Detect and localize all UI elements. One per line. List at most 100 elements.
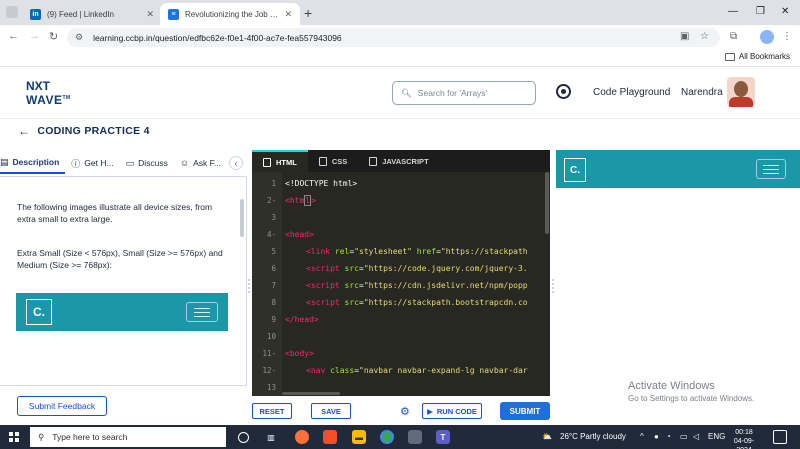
close-icon[interactable]: ✕ xyxy=(146,9,154,20)
attr-value: "stylesheet" xyxy=(354,247,412,256)
restore-icon[interactable]: ❐ xyxy=(756,6,765,17)
tag-name: nav xyxy=(310,366,326,375)
reload-icon[interactable]: ↻ xyxy=(49,30,58,43)
minimize-icon[interactable]: — xyxy=(728,6,738,17)
tab-css[interactable]: CSS xyxy=(308,150,358,172)
attr-name: src xyxy=(339,264,359,273)
attr-name: href xyxy=(411,247,437,256)
taskbar-search[interactable]: ⚲ Type here to search xyxy=(30,427,226,447)
save-button[interactable]: SAVE xyxy=(311,403,351,419)
submit-feedback-button[interactable]: Submit Feedback xyxy=(17,396,107,416)
back-arrow-icon[interactable]: ← xyxy=(18,124,30,138)
tag-name: body xyxy=(289,349,310,358)
code-line: 11- <body> xyxy=(252,345,550,362)
tab-html[interactable]: HTML xyxy=(252,150,308,172)
browser-profile-icon[interactable] xyxy=(760,30,774,44)
code-editor[interactable]: HTML CSS JAVASCRIPT 1 <!DOCTYPE html> 2- <… xyxy=(252,150,550,396)
windows-start-icon[interactable] xyxy=(9,432,19,442)
line-number: 4- xyxy=(252,226,276,243)
code-line: 6 <script src="https://code.jquery.com/jq… xyxy=(252,260,550,277)
battery-icon[interactable]: ▭ xyxy=(680,432,688,441)
new-tab-icon[interactable]: + xyxy=(304,5,312,21)
firefox-icon[interactable] xyxy=(295,430,309,444)
code-text: <html> xyxy=(285,192,316,209)
notification-icon[interactable] xyxy=(773,430,787,444)
editor-horizontal-scrollbar[interactable] xyxy=(282,392,340,395)
address-bar[interactable]: ⚙ learning.ccbp.in/question/edfbc62e-f0e… xyxy=(67,28,720,47)
tab-search-icon[interactable] xyxy=(6,6,18,18)
teams-icon[interactable]: T xyxy=(436,430,450,444)
chevron-up-icon[interactable]: ^ xyxy=(640,432,644,441)
run-code-button[interactable]: ▶ RUN CODE xyxy=(422,403,482,419)
line-number: 12- xyxy=(252,362,276,379)
practice-header: ← CODING PRACTICE 4 xyxy=(18,124,150,138)
code-text: <script src="https://stackpath.bootstrap… xyxy=(306,294,528,311)
code-text: <link rel="stylesheet" href="https://sta… xyxy=(306,243,528,260)
bookmark-star-icon[interactable]: ☆ xyxy=(700,31,709,42)
collapse-panel-button[interactable]: ‹ xyxy=(229,156,243,170)
weather-text[interactable]: 26°C Partly cloudy xyxy=(560,432,626,441)
left-scrollbar[interactable] xyxy=(240,199,244,237)
fold-icon[interactable]: - xyxy=(271,196,276,205)
user-name[interactable]: Narendra xyxy=(681,87,723,98)
tab-discuss[interactable]: ▭ Discuss xyxy=(120,152,174,174)
store-icon[interactable] xyxy=(323,430,337,444)
cast-icon[interactable]: ▣ xyxy=(680,31,689,42)
code-text: <head> xyxy=(285,226,314,243)
cortana-icon[interactable] xyxy=(238,432,249,443)
browser-tab-ccbp[interactable]: ≡ Revolutionizing the Job Market ✕ xyxy=(160,3,300,25)
tab-javascript[interactable]: JAVASCRIPT xyxy=(358,150,439,172)
close-window-icon[interactable]: ✕ xyxy=(781,6,789,17)
left-resize-handle[interactable] xyxy=(248,278,250,294)
file-explorer-icon[interactable]: ▬ xyxy=(352,430,366,444)
all-bookmarks-button[interactable]: All Bookmarks xyxy=(724,52,790,61)
streak-icon[interactable] xyxy=(556,84,571,99)
taskbar-clock[interactable]: 00:18 04-09-2024 xyxy=(727,428,761,449)
chrome-icon[interactable] xyxy=(380,430,394,444)
menu-dots-icon[interactable]: ⋮ xyxy=(782,31,792,42)
attr-value: "https://code.jquery.com/jquery-3. xyxy=(363,264,528,273)
code-line: 2- <html> xyxy=(252,192,550,209)
search-box[interactable]: 🔍︎ xyxy=(392,81,536,105)
ccbp-icon: ≡ xyxy=(168,8,179,20)
tab-description[interactable]: ▤ Description xyxy=(0,152,66,174)
browser-tab-linkedin[interactable]: in (9) Feed | LinkedIn ✕ xyxy=(22,3,162,25)
editor-vertical-scrollbar[interactable] xyxy=(545,172,549,234)
clock-time: 00:18 xyxy=(735,429,753,436)
fold-icon[interactable]: - xyxy=(271,349,276,358)
folder-icon xyxy=(724,52,735,61)
code-playground-link[interactable]: Code Playground xyxy=(593,87,670,98)
right-resize-handle[interactable] xyxy=(552,278,554,294)
bookmarks-bar: All Bookmarks xyxy=(0,49,800,67)
forward-icon[interactable]: → xyxy=(29,30,40,42)
fold-icon[interactable]: - xyxy=(271,230,276,239)
app-icon[interactable] xyxy=(408,430,422,444)
reset-button[interactable]: RESET xyxy=(252,403,292,419)
extensions-icon[interactable]: ⧉ xyxy=(730,31,737,42)
back-icon[interactable]: ← xyxy=(8,30,19,42)
close-icon[interactable]: ✕ xyxy=(284,9,292,20)
gear-icon[interactable]: ⚙ xyxy=(400,405,410,418)
tab-get-help[interactable]: ⓘ Get H... xyxy=(65,152,119,174)
tag-bracket: > xyxy=(309,230,314,239)
avatar[interactable] xyxy=(727,77,755,107)
task-view-icon[interactable]: ▥ xyxy=(264,430,278,444)
activate-windows-watermark: Activate Windows Go to Settings to activ… xyxy=(628,380,754,403)
submit-button[interactable]: SUBMIT xyxy=(500,402,550,420)
weather-icon[interactable]: ⛅ xyxy=(542,432,552,441)
fold-icon[interactable]: - xyxy=(271,366,276,375)
browser-toolbar: ← → ↻ ⚙ learning.ccbp.in/question/edfbc6… xyxy=(0,25,800,49)
site-info-icon[interactable]: ⚙ xyxy=(75,32,83,43)
volume-icon[interactable]: ◁ xyxy=(693,432,699,441)
tab-ask[interactable]: ☺ Ask F... xyxy=(174,152,227,174)
hamburger-icon[interactable] xyxy=(756,159,786,179)
hamburger-icon xyxy=(186,302,218,322)
left-panel-tabs: ▤ Description ⓘ Get H... ▭ Discuss ☺ Ask… xyxy=(0,152,246,174)
tag-bracket: </ xyxy=(285,315,295,324)
language-indicator[interactable]: ENG xyxy=(708,432,725,441)
nxtwave-logo[interactable]: NXT WAVETM xyxy=(26,80,76,106)
wifi-icon[interactable]: ◔ xyxy=(666,432,671,441)
tab-label: Ask F... xyxy=(193,158,221,168)
search-input[interactable] xyxy=(417,88,528,98)
security-icon[interactable]: ● xyxy=(654,432,659,441)
